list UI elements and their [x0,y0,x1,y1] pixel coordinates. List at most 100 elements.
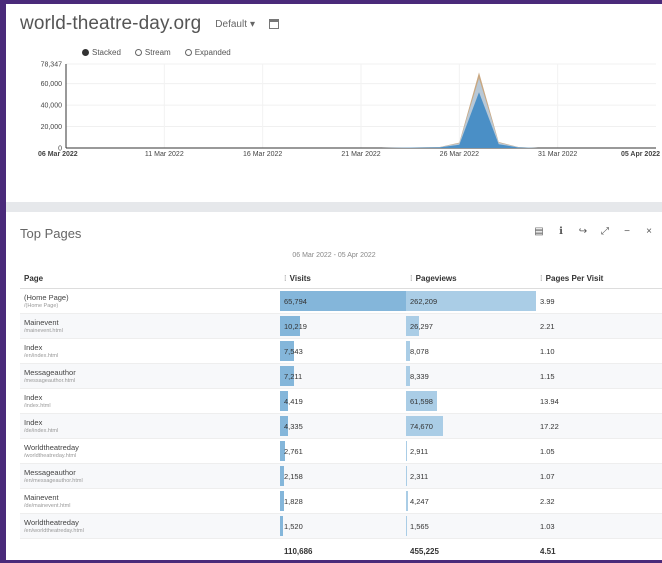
chevron-down-icon: ▾ [250,19,255,30]
pageviews-cell: 8,078 [406,339,536,364]
resize-handle-icon[interactable]: ⁞ [410,274,413,283]
y-tick-label: 40,000 [41,103,63,110]
table-row[interactable]: Index/de/index.html4,33574,67017.22 [20,414,662,439]
x-tick-label: 06 Mar 2022 [38,151,78,158]
x-tick-label: 26 Mar 2022 [440,151,479,158]
table-row[interactable]: Messageauthor/en/messageauthor.html2,158… [20,464,662,489]
table-header-row: Page ⁞Visits ⁞Pageviews ⁞Pages Per Visit [20,268,662,289]
visits-value: 4,335 [284,422,303,431]
top-bar: world-theatre-day.org Default ▾ [6,4,662,45]
visits-cell: 2,761 [280,439,406,464]
col-pageviews[interactable]: ⁞Pageviews [406,268,536,289]
totals-row: 110,686455,2254.51 [20,539,662,563]
calendar-icon[interactable]: ▤ [534,226,544,237]
pageviews-cell: 2,911 [406,439,536,464]
ppv-value: 1.15 [536,364,662,389]
page-name: Mainevent [24,493,276,502]
calendar-icon[interactable] [269,19,279,29]
close-icon[interactable]: × [644,226,654,237]
page-cell[interactable]: Worldtheatreday/en/worldtheatreday.html [20,514,280,539]
visits-value: 10,219 [284,322,307,331]
ppv-value: 2.32 [536,489,662,514]
page-url: /messageauthor.html [24,377,276,385]
x-tick-label: 05 Apr 2022 [621,151,660,158]
page-name: Worldtheatreday [24,443,276,452]
pageviews-bar [406,466,407,486]
x-tick-label: 21 Mar 2022 [341,151,380,158]
share-icon[interactable]: ↪ [578,226,588,237]
x-tick-label: 11 Mar 2022 [145,151,184,158]
panel-toolbar: ▤ ℹ ↪ ⤢ − × [534,226,654,237]
site-title: world-theatre-day.org [20,13,201,35]
table-row[interactable]: Worldtheatreday/en/worldtheatreday.html1… [20,514,662,539]
visits-cell: 1,520 [280,514,406,539]
totals-label-cell [20,539,280,563]
pageviews-cell: 1,565 [406,514,536,539]
ppv-value: 1.03 [536,514,662,539]
page-cell[interactable]: Mainevent/mainevent.html [20,314,280,339]
total-ppv: 4.51 [536,539,662,563]
visits-value: 65,794 [284,297,307,306]
visits-value: 7,543 [284,347,303,356]
ppv-value: 13.94 [536,389,662,414]
table-row[interactable]: Messageauthor/messageauthor.html7,2118,3… [20,364,662,389]
pageviews-value: 1,565 [410,522,429,531]
panel-gap [6,202,662,212]
visits-cell: 2,158 [280,464,406,489]
page-url: /worldtheatreday.html [24,452,276,460]
top-pages-panel: Top Pages ▤ ℹ ↪ ⤢ − × 06 Mar 2022 - 05 A… [6,212,662,560]
info-icon[interactable]: ℹ [556,226,566,237]
page-cell[interactable]: Worldtheatreday/worldtheatreday.html [20,439,280,464]
table-row[interactable]: Mainevent/mainevent.html10,21926,2972.21 [20,314,662,339]
expand-icon[interactable]: ⤢ [600,226,610,237]
page-name: Index [24,343,276,352]
page-cell[interactable]: Mainevent/de/mainevent.html [20,489,280,514]
pageviews-cell: 26,297 [406,314,536,339]
table-row[interactable]: Worldtheatreday/worldtheatreday.html2,76… [20,439,662,464]
resize-handle-icon[interactable]: ⁞ [284,274,287,283]
table-row[interactable]: Index/index.html4,41961,59813.94 [20,389,662,414]
date-range: 06 Mar 2022 - 05 Apr 2022 [6,252,662,259]
visits-value: 4,419 [284,397,303,406]
page-url: /en/worldtheatreday.html [24,527,276,535]
pageviews-value: 262,209 [410,297,437,306]
page-cell[interactable]: Index/en/index.html [20,339,280,364]
page-name: Mainevent [24,318,276,327]
page-cell[interactable]: Index/index.html [20,389,280,414]
col-visits[interactable]: ⁞Visits [280,268,406,289]
page-name: Worldtheatreday [24,518,276,527]
pageviews-value: 2,311 [410,472,428,481]
segment-select[interactable]: Default ▾ [215,19,255,30]
table-row[interactable]: (Home Page)/(Home Page) 65,794 262,209 3.99 [20,289,662,314]
resize-handle-icon[interactable]: ⁞ [540,274,543,283]
page-name: Messageauthor [24,368,276,377]
table-row[interactable]: Mainevent/de/mainevent.html1,8284,2472.3… [20,489,662,514]
ppv-value: 1.05 [536,439,662,464]
page-name: (Home Page) [24,293,276,302]
visits-chart-panel: Stacked Stream Expanded 78,34760,00040,0… [6,44,662,202]
visits-value: 1,828 [284,497,303,506]
table-row[interactable]: Index/en/index.html7,5438,0781.10 [20,339,662,364]
visits-cell: 65,794 [280,289,406,314]
pageviews-value: 8,078 [410,347,429,356]
x-tick-label: 31 Mar 2022 [538,151,577,158]
segment-label: Default [215,19,247,30]
visits-cell: 4,419 [280,389,406,414]
ppv-value: 3.99 [536,289,662,314]
pageviews-value: 26,297 [410,322,433,331]
page-cell[interactable]: Messageauthor/messageauthor.html [20,364,280,389]
minimize-icon[interactable]: − [622,226,632,237]
visits-value: 7,211 [284,372,302,381]
col-page[interactable]: Page [20,268,280,289]
ppv-value: 1.07 [536,464,662,489]
col-pageviews-label: Pageviews [416,274,457,283]
col-visits-label: Visits [290,274,311,283]
col-ppv-label: Pages Per Visit [546,274,604,283]
page-cell[interactable]: Messageauthor/en/messageauthor.html [20,464,280,489]
page-cell[interactable]: (Home Page)/(Home Page) [20,289,280,314]
page-cell[interactable]: Index/de/index.html [20,414,280,439]
stacked-area-chart: 78,34760,00040,00020,000006 Mar 202211 M… [6,44,662,202]
y-tick-label: 78,347 [41,62,63,69]
col-ppv[interactable]: ⁞Pages Per Visit [536,268,662,289]
pageviews-bar [406,441,407,461]
